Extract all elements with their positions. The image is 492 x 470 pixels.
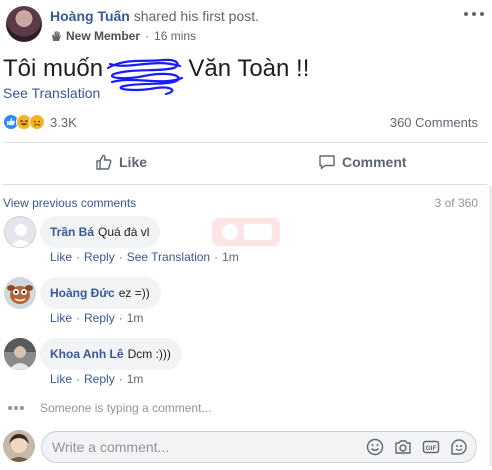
post-text-after: Văn Toàn !!: [188, 55, 310, 82]
comment-bubble: Trần Bá Quá đà vl: [40, 216, 161, 248]
comment-like-link[interactable]: Like: [50, 311, 72, 325]
post-subheader: New Member · 16 mins: [50, 29, 196, 43]
commenter-name[interactable]: Hoàng Đức: [50, 286, 115, 300]
more-options-icon[interactable]: [464, 8, 484, 20]
gif-icon[interactable]: GIF: [422, 438, 440, 456]
comment-bubble: Khoa Anh Lê Dcm :))): [40, 338, 182, 370]
divider: [3, 184, 487, 185]
comment-time: 1m: [222, 250, 239, 264]
typing-text: Someone is typing a comment...: [40, 401, 212, 415]
post-header: Hoàng Tuấn shared his first post.: [50, 8, 259, 24]
current-user-avatar[interactable]: [3, 430, 35, 462]
comment-count[interactable]: 360 Comments: [390, 115, 478, 130]
sad-reaction-icon: [29, 114, 45, 130]
member-badge: New Member: [66, 29, 141, 43]
sticker-icon[interactable]: [450, 438, 468, 456]
post-card: Hoàng Tuấn shared his first post. New Me…: [0, 0, 492, 470]
commenter-avatar[interactable]: [4, 216, 36, 248]
post-action-text: shared his first post.: [133, 8, 260, 24]
commenter-name[interactable]: Trần Bá: [50, 225, 94, 239]
typing-indicator: Someone is typing a comment...: [8, 401, 211, 415]
author-avatar[interactable]: [6, 6, 42, 42]
comment-see-translation-link[interactable]: See Translation: [127, 250, 210, 264]
commenter-avatar[interactable]: [4, 338, 36, 370]
comment-reply-link[interactable]: Reply: [84, 250, 115, 264]
comment-button[interactable]: Comment: [318, 153, 407, 171]
comment-button-label: Comment: [342, 154, 407, 170]
comment-like-link[interactable]: Like: [50, 372, 72, 386]
redaction-scribble: [106, 58, 184, 96]
comment-reply-link[interactable]: Reply: [84, 311, 115, 325]
commenter-name[interactable]: Khoa Anh Lê: [50, 347, 124, 361]
wave-hand-icon: [52, 31, 61, 41]
thumbs-up-icon: [96, 154, 112, 170]
user-photo-icon: [3, 430, 35, 462]
comment-time: 1m: [126, 311, 144, 325]
author-name[interactable]: Hoàng Tuấn: [50, 8, 130, 24]
post-text-before: Tôi muốn: [3, 55, 104, 82]
photo-avatar-icon: [4, 338, 36, 370]
watermark-logo: [212, 218, 280, 246]
like-button[interactable]: Like: [95, 153, 147, 171]
comment-composer[interactable]: GIF: [41, 431, 477, 463]
comments-shown-count: 3 of 360: [434, 196, 478, 210]
comment-text: Quá đà vl: [98, 225, 150, 239]
commenter-avatar[interactable]: [4, 277, 36, 309]
like-button-label: Like: [119, 154, 148, 170]
view-previous-comments-link[interactable]: View previous comments: [3, 196, 136, 210]
cartoon-avatar-icon: [4, 277, 36, 309]
comment-input[interactable]: [52, 432, 352, 462]
comment-actions: Like · Reply · 1m: [50, 372, 144, 386]
comment-reply-link[interactable]: Reply: [84, 372, 115, 386]
separator-dot: ·: [145, 29, 150, 43]
comment-icon: [319, 155, 335, 170]
comment-like-link[interactable]: Like: [50, 250, 72, 264]
reactions-summary[interactable]: 3.3K: [3, 114, 77, 130]
default-avatar-icon: [10, 224, 32, 247]
reaction-count: 3.3K: [50, 114, 77, 130]
camera-icon[interactable]: [394, 438, 412, 456]
composer-tools: GIF: [356, 438, 468, 456]
post-time[interactable]: 16 mins: [154, 29, 196, 43]
comment-bubble: Hoàng Đức ez =)): [40, 277, 161, 309]
see-translation-link[interactable]: See Translation: [3, 85, 100, 101]
typing-dots-icon: [8, 406, 24, 410]
divider: [3, 142, 487, 143]
comment-time: 1m: [126, 372, 144, 386]
comment-text: Dcm :))): [127, 347, 171, 361]
svg-text:GIF: GIF: [426, 445, 437, 452]
emoji-icon[interactable]: [366, 438, 384, 456]
comment-text: ez =)): [118, 286, 150, 300]
comment-actions: Like · Reply · 1m: [50, 311, 144, 325]
comment-actions: Like · Reply · See Translation · 1m: [50, 250, 239, 264]
